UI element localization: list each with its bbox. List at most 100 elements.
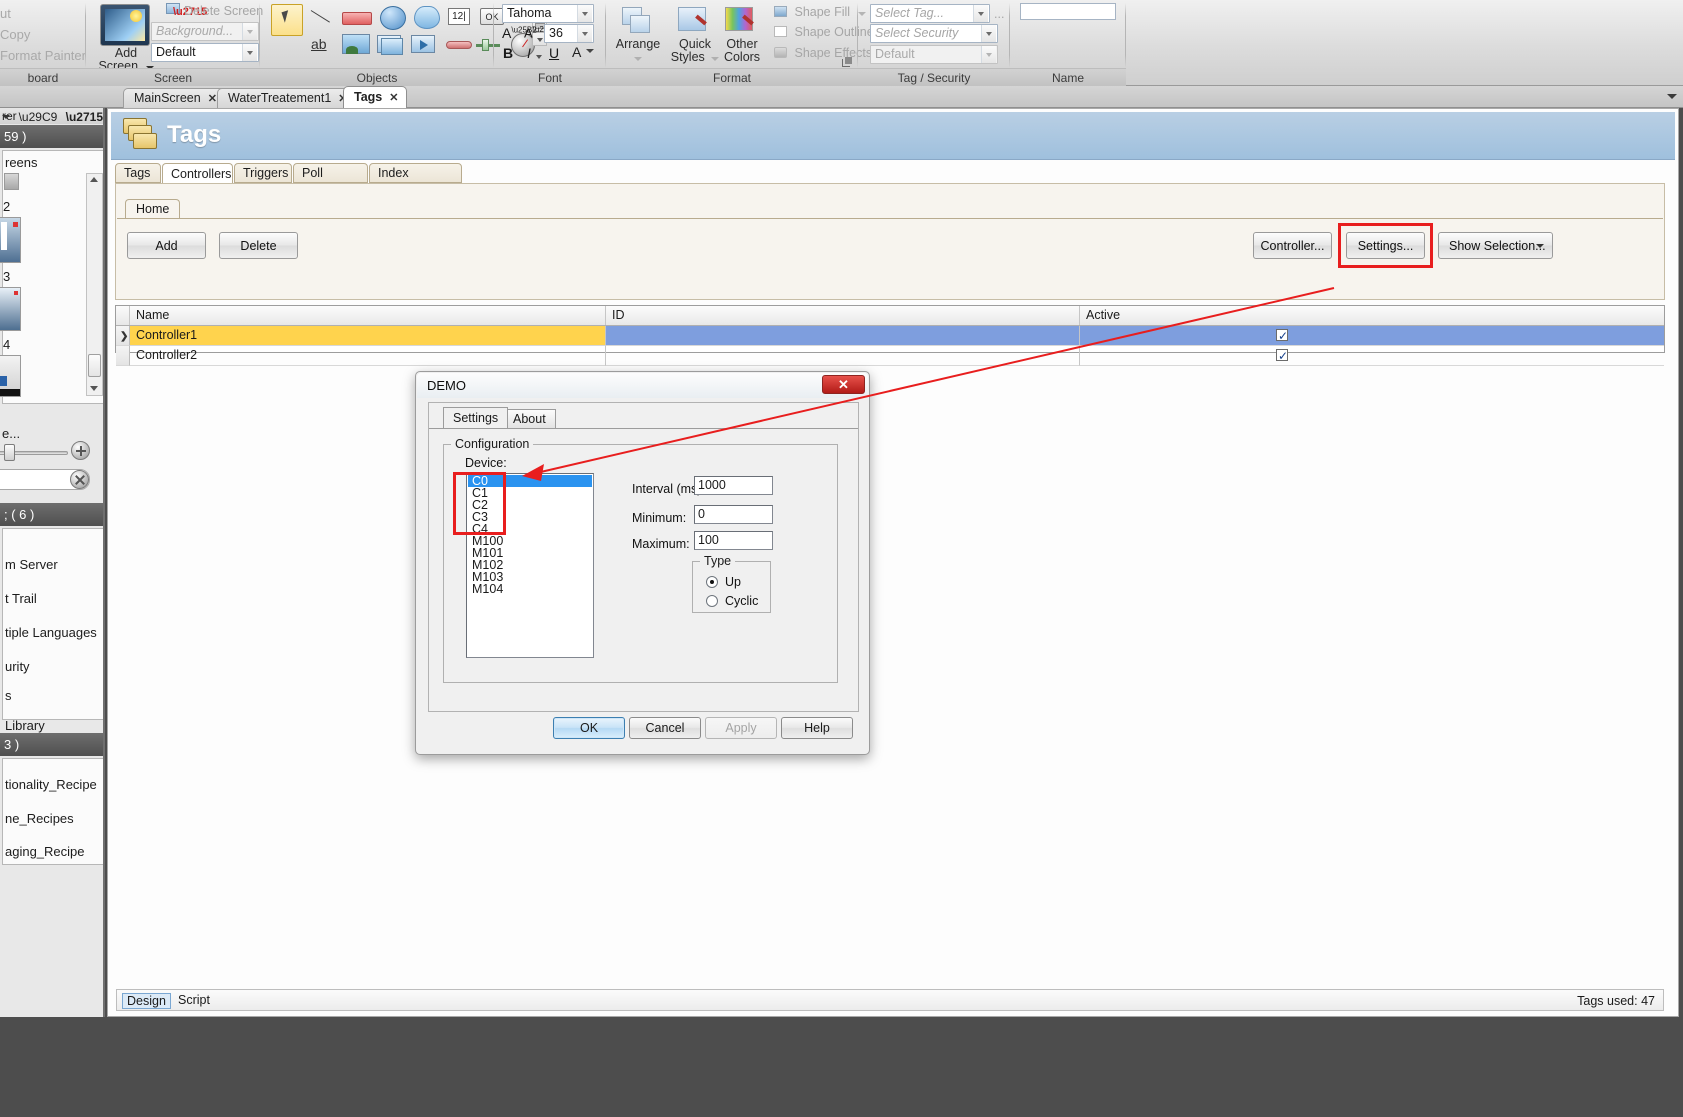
minimum-input[interactable]: 0 (694, 505, 773, 524)
list-item-m104[interactable]: M104 (468, 583, 592, 596)
screen-item-2[interactable]: 2 (3, 199, 10, 214)
tab-poll-groups[interactable]: Poll Groups (293, 163, 368, 199)
select-security-groups-combo[interactable]: Select Security Groups... (870, 24, 998, 57)
copy-command[interactable]: Copy (0, 27, 30, 42)
help-button[interactable]: Help (781, 717, 853, 739)
delete-screen-command[interactable]: Delete Screen (184, 4, 263, 18)
active-checkbox[interactable] (1276, 327, 1288, 346)
list-item[interactable]: tiple Languages (5, 625, 97, 640)
security-default-combo[interactable]: Default (870, 45, 998, 64)
tab-mainscreen[interactable]: MainScreen ✕ (123, 88, 226, 108)
cut-command[interactable]: ut (0, 6, 11, 21)
cell-id[interactable] (606, 326, 1080, 346)
list-item[interactable]: aging_Recipe (5, 844, 85, 859)
ellipse-tool[interactable] (378, 4, 408, 30)
cell-active[interactable] (1080, 326, 1664, 346)
shape-fill-command[interactable]: Shape Fill (774, 5, 866, 19)
font-color-button[interactable]: A (572, 44, 595, 60)
tab-controllers[interactable]: Controllers (162, 163, 233, 184)
add-button[interactable]: Add (127, 232, 206, 259)
screens-scrollbar[interactable] (86, 173, 103, 396)
cell-name[interactable]: Controller1 (130, 326, 606, 346)
column-header-active[interactable]: Active (1080, 306, 1664, 325)
scroll-down-icon[interactable] (90, 386, 98, 391)
tab-overflow-chevron-icon[interactable] (1667, 92, 1677, 102)
dock-header-icons[interactable]: \u29C9 \u2715 (2, 109, 103, 125)
tab-settings[interactable]: Settings (443, 407, 509, 428)
list-item[interactable]: s (5, 688, 12, 703)
ribbon-tab-home[interactable]: Home (125, 199, 181, 219)
close-icon[interactable]: ✕ (822, 375, 865, 394)
text-tool[interactable]: ab (308, 34, 338, 60)
numeric-display-tool[interactable]: 12| (446, 6, 476, 32)
screen-thumbnail[interactable] (0, 287, 21, 331)
slider-tool[interactable] (446, 36, 476, 62)
table-row[interactable]: ❯ Controller1 (116, 326, 1664, 346)
pointer-tool-selected[interactable] (271, 4, 303, 36)
column-header-name[interactable]: Name (130, 306, 606, 325)
other-colors-button[interactable]: Other Colors (716, 38, 768, 64)
dock-section-system[interactable]: ; ( 6 ) (0, 503, 103, 526)
type-up-radio[interactable] (706, 576, 718, 588)
type-cyclic-radio[interactable] (706, 595, 718, 607)
arrange-button[interactable]: Arrange (606, 38, 670, 64)
screen-item-4[interactable]: 4 (3, 337, 10, 352)
list-item[interactable]: t Trail (5, 591, 37, 606)
format-painter-command[interactable]: Format Painter (0, 48, 86, 63)
tab-index-registers[interactable]: Index Registers (369, 163, 462, 199)
chevron-down-icon[interactable] (577, 25, 592, 42)
chevron-down-icon[interactable] (981, 46, 996, 63)
background-combo[interactable]: Background... (151, 22, 259, 41)
chevron-down-icon[interactable] (242, 23, 257, 40)
select-tag-combo[interactable]: Select Tag... (870, 4, 990, 23)
rectangle-tool[interactable] (342, 8, 372, 34)
list-item[interactable]: m Server (5, 557, 58, 572)
dock-section-recipes[interactable]: 3 ) (0, 733, 103, 756)
design-tab[interactable]: Design (122, 993, 171, 1009)
dock-section-screens[interactable]: 59 ) (0, 125, 103, 148)
chevron-down-icon[interactable] (1536, 244, 1544, 248)
screen-thumbnail[interactable] (4, 173, 19, 190)
clear-search-icon[interactable] (70, 470, 89, 489)
pin-icon[interactable]: \u29C9 (19, 110, 58, 124)
tag-browse-button[interactable]: ... (994, 7, 1004, 21)
list-item[interactable]: urity (5, 659, 30, 674)
screen-thumbnail[interactable] (0, 217, 21, 263)
underline-button[interactable]: U (549, 45, 559, 61)
row-selector[interactable]: ❯ (116, 326, 130, 346)
list-item[interactable]: ne_Recipes (5, 811, 74, 826)
screens-more-label[interactable]: e... (2, 426, 20, 441)
chevron-down-icon[interactable] (2, 115, 11, 119)
active-checkbox[interactable] (1276, 347, 1288, 366)
list-item[interactable]: Library (5, 718, 45, 733)
scroll-up-icon[interactable] (90, 177, 98, 182)
tab-watertreatement1[interactable]: WaterTreatement1✕ (217, 88, 357, 108)
format-dialog-launcher-icon[interactable] (842, 57, 852, 67)
media-tool[interactable] (410, 33, 440, 59)
bold-button[interactable]: B (503, 45, 513, 61)
chevron-down-icon[interactable] (577, 5, 592, 22)
line-tool[interactable] (308, 6, 338, 32)
interval-input[interactable]: 1000 (694, 476, 773, 495)
screen-item-3[interactable]: 3 (3, 269, 10, 284)
delete-button[interactable]: Delete (219, 232, 298, 259)
chevron-down-icon[interactable] (242, 44, 257, 61)
close-icon[interactable]: ✕ (208, 93, 217, 105)
symbol-library-tool[interactable] (376, 33, 406, 59)
table-row[interactable]: Controller2 (116, 346, 1664, 366)
controller-button[interactable]: Controller... (1253, 232, 1332, 259)
tab-tags[interactable]: Tags (115, 163, 161, 183)
tab-tags[interactable]: Tags ✕ (343, 86, 408, 108)
cell-id[interactable] (606, 346, 1080, 366)
screen-thumbnail[interactable] (0, 355, 21, 397)
maximum-input[interactable]: 100 (694, 531, 773, 550)
chevron-down-icon[interactable] (973, 5, 988, 22)
tab-about[interactable]: About (503, 409, 556, 428)
chevron-down-icon[interactable] (981, 25, 996, 42)
close-icon[interactable]: \u2715 (66, 110, 103, 124)
polygon-tool[interactable] (412, 4, 442, 30)
column-header-id[interactable]: ID (606, 306, 1080, 325)
chevron-down-icon[interactable] (634, 57, 642, 61)
zoom-slider-knob[interactable] (4, 444, 15, 461)
add-screen-plus-icon[interactable] (71, 441, 90, 460)
